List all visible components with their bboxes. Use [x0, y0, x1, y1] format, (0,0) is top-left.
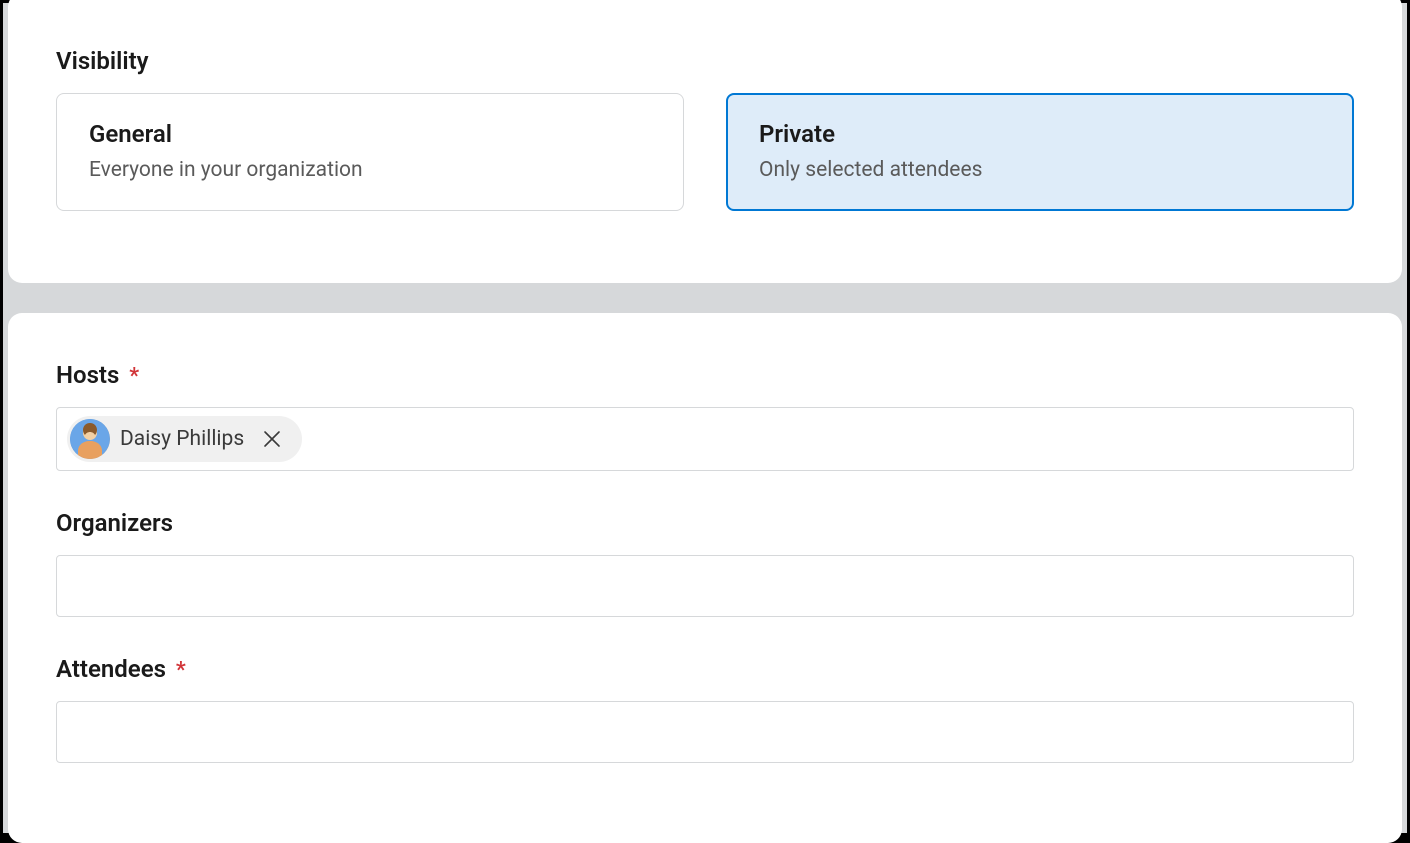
- organizers-label: Organizers: [56, 509, 1354, 537]
- visibility-label: Visibility: [56, 47, 1354, 75]
- attendees-input[interactable]: [67, 712, 1343, 752]
- organizers-input-box[interactable]: [56, 555, 1354, 617]
- visibility-option-general[interactable]: General Everyone in your organization: [56, 93, 684, 211]
- visibility-option-title: General: [89, 120, 651, 148]
- people-card: Hosts * Daisy Phillips: [8, 313, 1402, 843]
- hosts-input[interactable]: [308, 419, 1343, 459]
- hosts-label: Hosts *: [56, 361, 1354, 389]
- attendees-label-text: Attendees: [56, 655, 166, 683]
- visibility-option-private[interactable]: Private Only selected attendees: [726, 93, 1354, 211]
- attendees-label: Attendees *: [56, 655, 1354, 683]
- hosts-field: Hosts * Daisy Phillips: [56, 361, 1354, 471]
- page-frame: Visibility General Everyone in your orga…: [3, 3, 1407, 833]
- organizers-label-text: Organizers: [56, 509, 173, 537]
- visibility-option-description: Only selected attendees: [759, 158, 1321, 182]
- remove-chip-button[interactable]: [258, 425, 286, 453]
- organizers-input[interactable]: [67, 566, 1343, 606]
- close-icon: [262, 429, 282, 449]
- host-chip-name: Daisy Phillips: [120, 427, 244, 451]
- organizers-field: Organizers: [56, 509, 1354, 617]
- avatar: [70, 419, 110, 459]
- visibility-card: Visibility General Everyone in your orga…: [8, 0, 1402, 283]
- hosts-input-box[interactable]: Daisy Phillips: [56, 407, 1354, 471]
- attendees-field: Attendees *: [56, 655, 1354, 763]
- required-indicator: *: [129, 364, 139, 389]
- attendees-input-box[interactable]: [56, 701, 1354, 763]
- required-indicator: *: [176, 658, 186, 683]
- host-chip: Daisy Phillips: [67, 416, 302, 462]
- visibility-option-description: Everyone in your organization: [89, 158, 651, 182]
- visibility-option-title: Private: [759, 120, 1321, 148]
- visibility-options-row: General Everyone in your organization Pr…: [56, 93, 1354, 211]
- avatar-icon: [70, 419, 110, 459]
- hosts-label-text: Hosts: [56, 361, 119, 389]
